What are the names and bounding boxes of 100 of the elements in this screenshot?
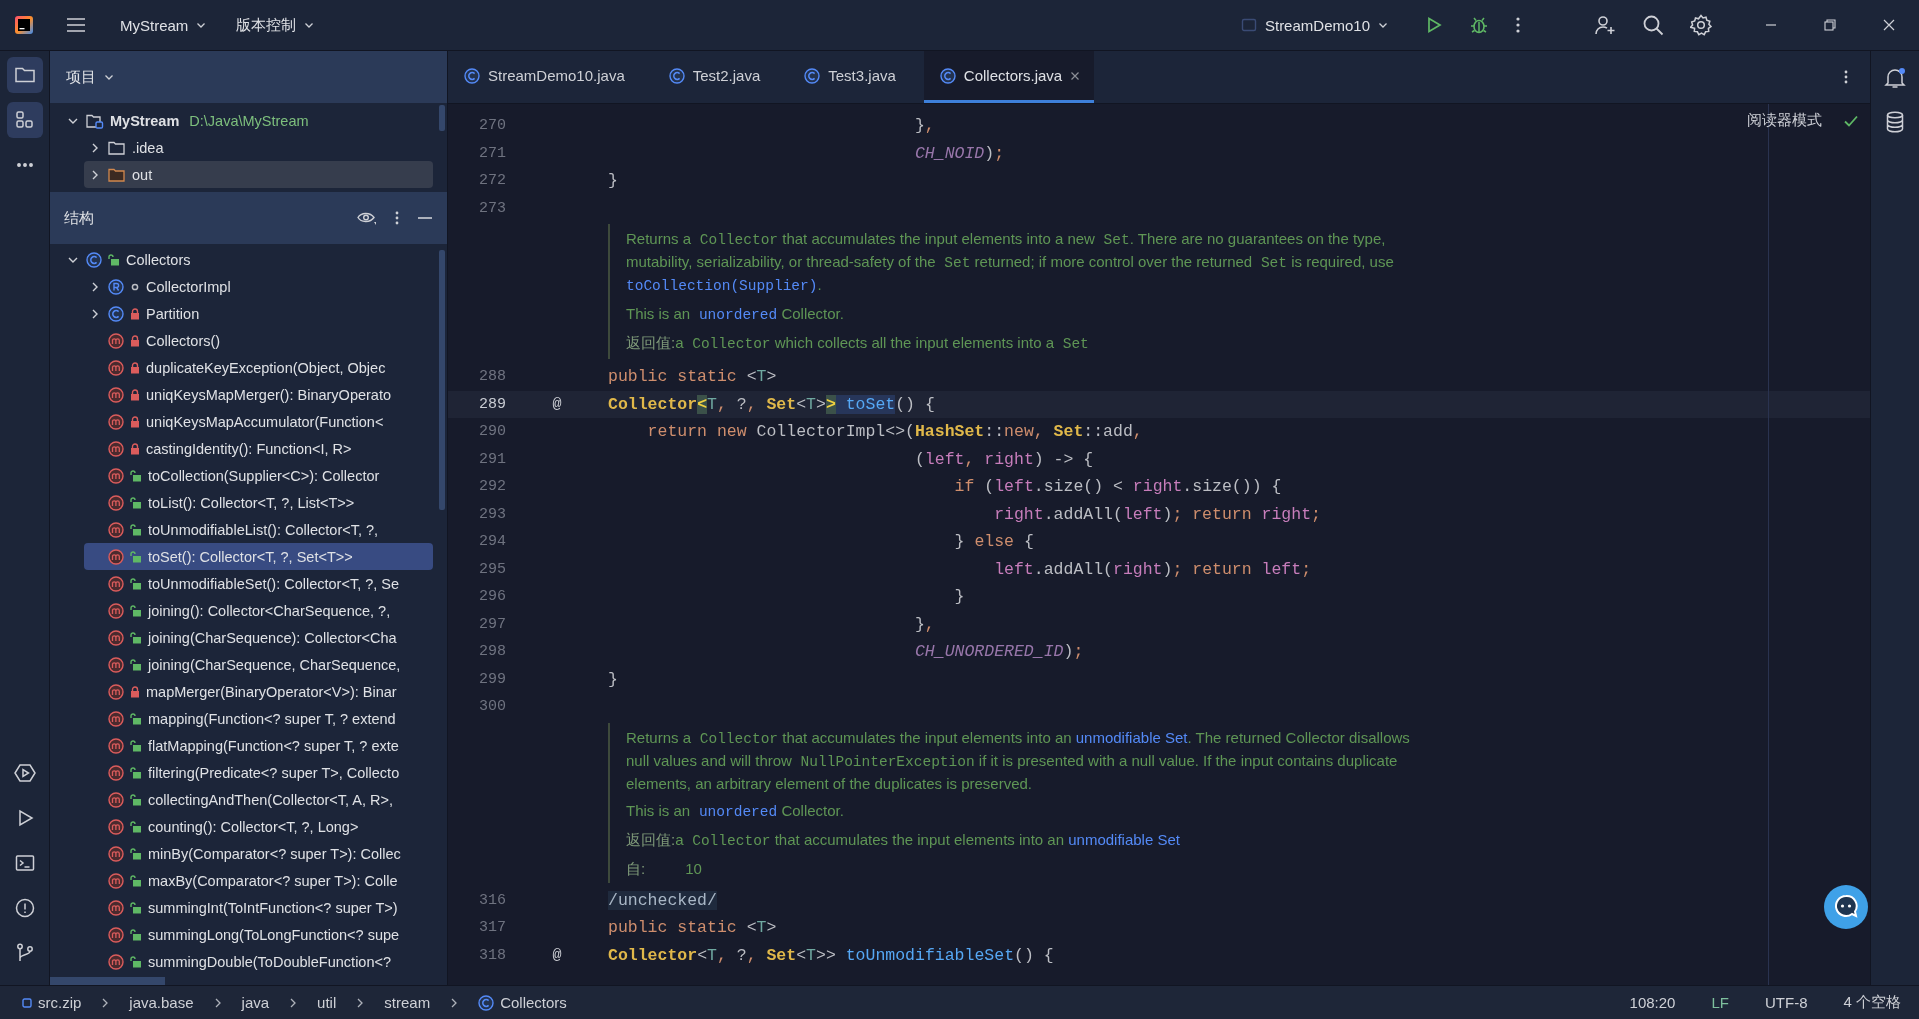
doc-paragraph: 返回值:a Collector which collects all the input elements into a Set (626, 333, 1090, 354)
method-icon (108, 440, 124, 457)
bug-icon[interactable] (1469, 15, 1489, 35)
breadcrumb[interactable]: stream (380, 994, 435, 1011)
caret-position[interactable]: 108:20 (1629, 994, 1676, 1011)
more-icon[interactable] (395, 210, 399, 226)
code-line: public static <T> (608, 918, 777, 938)
unlocked-icon (130, 469, 142, 482)
code-line: if (left.size() < right.size()) { (953, 477, 1282, 497)
tree-item[interactable]: maxBy(Comparator<? super T>): Colle (84, 867, 433, 894)
doc-link[interactable]: toCollection(Supplier) (626, 278, 818, 294)
tree-item[interactable]: filtering(Predicate<? super T>, Collecto (84, 759, 433, 786)
editor-tab[interactable]: Test2.java (652, 51, 789, 103)
breadcrumb[interactable]: Collectors (474, 994, 571, 1011)
breadcrumb[interactable]: util (313, 994, 341, 1011)
tree-item[interactable]: summingInt(ToIntFunction<? super T>) (84, 894, 433, 921)
doc-link[interactable]: unordered (690, 307, 778, 323)
tree-item[interactable]: minBy(Comparator<? super T>): Collec (84, 840, 433, 867)
run-icon[interactable] (1425, 16, 1443, 34)
tree-item[interactable]: toSet(): Collector<T, ?, Set<T>> (84, 543, 433, 570)
line-number: 298 (478, 643, 506, 661)
code-line: CH_NOID); (913, 143, 1005, 163)
tree-item[interactable]: Collectors() (84, 327, 433, 354)
tree-item[interactable]: summingLong(ToLongFunction<? supe (84, 921, 433, 948)
line-number: 300 (478, 698, 506, 716)
tree-item[interactable]: joining(): Collector<CharSequence, ?, (84, 597, 433, 624)
line-number: 291 (478, 450, 506, 468)
check-icon (1844, 114, 1858, 127)
chevron-right-icon (450, 997, 459, 1008)
unlocked-icon (130, 631, 142, 644)
line-number: 273 (478, 199, 506, 217)
folder-icon[interactable] (6, 57, 43, 93)
eye-icon[interactable] (357, 210, 377, 226)
close-icon[interactable] (1070, 70, 1081, 81)
lock-icon (130, 442, 140, 455)
lock-icon (130, 685, 140, 698)
tree-item[interactable]: toUnmodifiableList(): Collector<T, ?, (84, 516, 433, 543)
close-icon[interactable] (1883, 19, 1895, 31)
tree-item[interactable]: duplicateKeyException(Object, Objec (84, 354, 433, 381)
unlocked-icon (130, 577, 142, 590)
tree-item[interactable]: summingDouble(ToDoubleFunction<? (84, 948, 433, 975)
scrollbar[interactable] (50, 977, 165, 985)
breadcrumb[interactable]: java (237, 994, 274, 1011)
square-icon (22, 997, 32, 1008)
file-encoding[interactable]: UTF-8 (1765, 994, 1808, 1011)
menu-icon[interactable] (66, 17, 86, 33)
doc-link[interactable]: unmodifiable Set (1071, 728, 1188, 746)
breadcrumb[interactable]: src.zip (18, 994, 86, 1011)
tree-item[interactable]: toList(): Collector<T, ?, List<T>> (84, 489, 433, 516)
database-icon[interactable] (1885, 111, 1905, 133)
tree-item[interactable]: uniqKeysMapAccumulator(Function< (84, 408, 433, 435)
editor-tab[interactable]: StreamDemo10.java (448, 51, 653, 103)
method-icon (108, 953, 124, 970)
more-icon[interactable] (1844, 69, 1848, 85)
reader-mode-link[interactable]: 阅读器模式 (1747, 111, 1822, 130)
tree-item[interactable]: toCollection(Supplier<C>): Collector (84, 462, 433, 489)
class-icon (939, 67, 956, 84)
tree-item[interactable]: Partition (84, 300, 433, 327)
search-icon[interactable] (1642, 14, 1664, 36)
code-line: } (953, 587, 965, 607)
scrollbar[interactable] (439, 250, 445, 510)
editor-tab[interactable]: Test3.java (788, 51, 924, 103)
tree-item[interactable]: toUnmodifiableSet(): Collector<T, ?, Se (84, 570, 433, 597)
bell-icon[interactable] (1884, 67, 1906, 89)
chat-assistant-icon[interactable] (1824, 885, 1868, 929)
breadcrumb[interactable]: java.base (125, 994, 198, 1011)
method-icon (108, 683, 124, 700)
settings-icon[interactable] (1690, 14, 1712, 36)
indent-setting[interactable]: 4 个空格 (1843, 993, 1901, 1012)
tree-item[interactable]: Collectors (62, 246, 433, 273)
structure-icon[interactable] (6, 102, 43, 138)
gutter-marker[interactable]: @ (552, 395, 562, 413)
project-dropdown[interactable]: MyStream (112, 10, 215, 40)
hide-icon[interactable] (417, 216, 433, 220)
method-icon (108, 521, 124, 538)
more-icon[interactable] (1515, 16, 1521, 34)
tree-item[interactable]: counting(): Collector<T, ?, Long> (84, 813, 433, 840)
gutter-marker[interactable]: @ (552, 946, 562, 964)
tree-item[interactable]: mapMerger(BinaryOperator<V>): Binar (84, 678, 433, 705)
tree-item[interactable]: uniqKeysMapMerger(): BinaryOperato (84, 381, 433, 408)
tree-item[interactable]: flatMapping(Function<? super T, ? exte (84, 732, 433, 759)
add-user-icon[interactable] (1594, 14, 1616, 36)
editor-tab[interactable]: Collectors.java (923, 51, 1095, 103)
scrollbar[interactable] (439, 105, 445, 131)
tree-item[interactable]: CollectorImpl (84, 273, 433, 300)
project-view-dropdown[interactable]: 项目 (64, 67, 116, 87)
doc-link[interactable]: unmodifiable Set (1064, 830, 1180, 848)
line-ending[interactable]: LF (1711, 994, 1729, 1011)
tree-item[interactable]: collectingAndThen(Collector<T, A, R>, (84, 786, 433, 813)
line-number: 295 (478, 560, 506, 578)
tree-item[interactable]: joining(CharSequence, CharSequence, (84, 651, 433, 678)
restore-icon[interactable] (1824, 19, 1836, 31)
lock-icon (130, 307, 140, 320)
doc-link[interactable]: unordered (690, 803, 778, 820)
run-config-dropdown[interactable]: StreamDemo10 (1232, 10, 1396, 40)
app-logo-icon[interactable] (14, 15, 34, 35)
tree-item[interactable]: castingIdentity(): Function<I, R> (84, 435, 433, 462)
vcs-dropdown[interactable]: 版本控制 (228, 9, 323, 41)
tree-item[interactable]: mapping(Function<? super T, ? extend (84, 705, 433, 732)
tree-item[interactable]: joining(CharSequence): Collector<Cha (84, 624, 433, 651)
